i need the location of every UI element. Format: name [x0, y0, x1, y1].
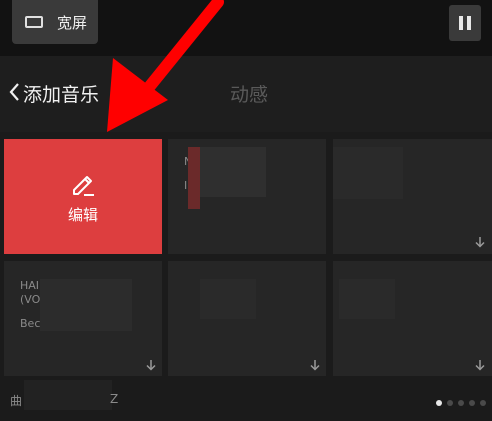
- widescreen-icon: [25, 16, 43, 28]
- music-tile[interactable]: [333, 139, 492, 254]
- pagination-dot[interactable]: [447, 400, 453, 406]
- pause-icon: [459, 16, 463, 30]
- tab-dynamic[interactable]: 动感: [230, 80, 268, 107]
- album-art-blur: [200, 147, 266, 197]
- download-icon: [310, 360, 320, 371]
- footer-blur: [24, 380, 112, 410]
- tile-title-line2: (VO: [20, 293, 41, 306]
- page-title[interactable]: 添加音乐: [23, 80, 99, 107]
- pagination-dot[interactable]: [469, 400, 475, 406]
- pagination-dots: [436, 400, 486, 406]
- download-icon: [146, 360, 156, 371]
- album-art-blur: [339, 279, 395, 319]
- tile-subtitle: I: [184, 179, 188, 192]
- download-icon: [475, 237, 485, 248]
- nav-row: 添加音乐 动感: [0, 56, 492, 132]
- album-art-blur: [40, 279, 132, 331]
- tile-title: HAI: [20, 279, 40, 292]
- download-icon: [475, 360, 485, 371]
- album-art: [188, 147, 200, 209]
- widescreen-label: 宽屏: [57, 13, 88, 32]
- widescreen-button[interactable]: 宽屏: [12, 0, 98, 44]
- music-tile[interactable]: [168, 261, 326, 376]
- edit-label: 编辑: [67, 206, 98, 224]
- tile-subtitle: Bec: [20, 317, 41, 330]
- music-tile[interactable]: N I: [168, 139, 326, 254]
- footer-label: 曲: [10, 394, 23, 408]
- pencil-icon: [73, 176, 94, 196]
- pagination-dot[interactable]: [480, 400, 486, 406]
- album-art-blur: [200, 279, 256, 319]
- edit-tile[interactable]: 编辑: [4, 139, 162, 254]
- pagination-dot[interactable]: [458, 400, 464, 406]
- pagination-dot[interactable]: [436, 400, 442, 406]
- top-bar: 宽屏: [0, 0, 492, 56]
- footer-label-tail: Z: [110, 392, 119, 406]
- album-art-blur: [333, 147, 403, 199]
- pause-icon-bar: [467, 16, 471, 30]
- pause-button[interactable]: [449, 5, 481, 41]
- music-tile[interactable]: HAI (VO Bec: [4, 261, 162, 376]
- chevron-left-icon[interactable]: [8, 82, 20, 102]
- music-tile[interactable]: [333, 261, 492, 376]
